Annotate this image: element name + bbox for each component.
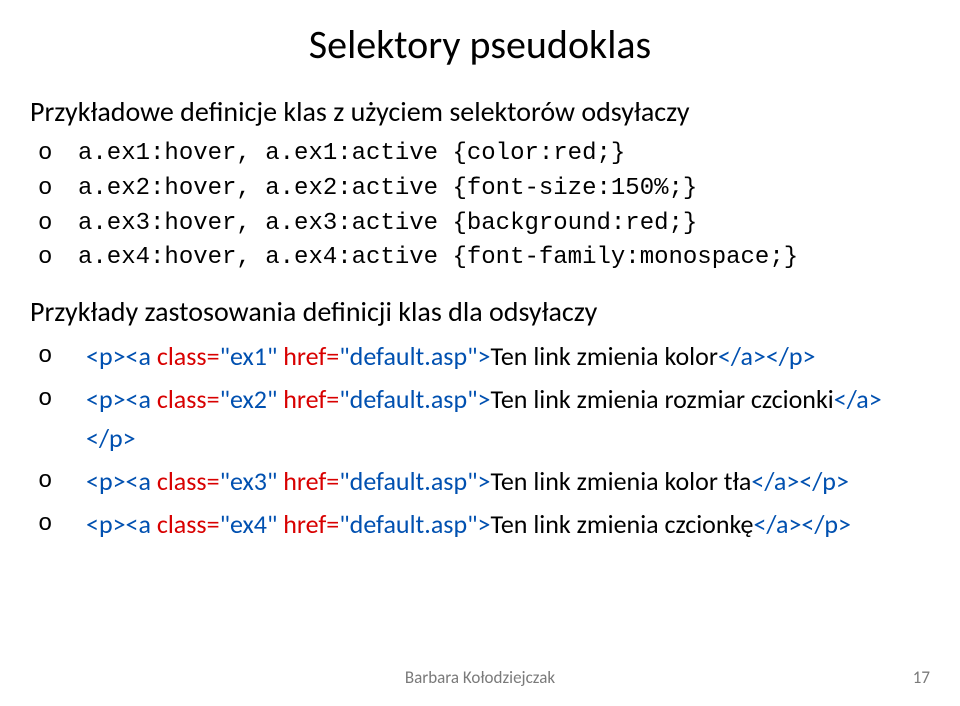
val: "default.asp"	[339, 383, 477, 415]
tag-close: >	[478, 383, 491, 415]
attr: class=	[151, 508, 220, 540]
val: "ex4"	[220, 508, 278, 540]
attr: href=	[277, 340, 339, 372]
code-line: a.ex3:hover, a.ex3:active {background:re…	[30, 207, 930, 242]
code-line: a.ex2:hover, a.ex2:active {font-size:150…	[30, 172, 930, 207]
attr: class=	[151, 340, 220, 372]
subtitle-definitions: Przykładowe definicje klas z użyciem sel…	[30, 94, 930, 129]
link-text: Ten link zmienia kolor	[490, 340, 717, 372]
html-line: <p><a class="ex4" href="default.asp">Ten…	[30, 505, 930, 544]
code-line: a.ex1:hover, a.ex1:active {color:red;}	[30, 137, 930, 172]
html-example-list: <p><a class="ex1" href="default.asp">Ten…	[30, 337, 930, 544]
tag-close: >	[478, 508, 491, 540]
attr: href=	[277, 383, 339, 415]
tag-end: </a></p>	[718, 340, 816, 372]
tag-open: <p><a	[86, 340, 151, 372]
attr: class=	[151, 383, 220, 415]
slide-title: Selektory pseudoklas	[130, 20, 830, 69]
val: "ex3"	[220, 465, 278, 497]
tag-end: </a></p>	[753, 508, 851, 540]
attr: href=	[277, 465, 339, 497]
tag-open: <p><a	[86, 508, 151, 540]
code-example-list: a.ex1:hover, a.ex1:active {color:red;} a…	[30, 137, 930, 276]
tag-close: >	[478, 465, 491, 497]
val: "ex2"	[220, 383, 278, 415]
val: "default.asp"	[339, 465, 477, 497]
tag-open: <p><a	[86, 465, 151, 497]
link-text: Ten link zmienia kolor tła	[490, 465, 751, 497]
html-line: <p><a class="ex1" href="default.asp">Ten…	[30, 337, 930, 376]
html-line: <p><a class="ex2" href="default.asp">Ten…	[30, 380, 930, 458]
attr: href=	[277, 508, 339, 540]
attr: class=	[151, 465, 220, 497]
link-text: Ten link zmienia rozmiar czcionki	[490, 383, 833, 415]
footer-author: Barbara Kołodziejczak	[0, 667, 960, 688]
tag-close: >	[478, 340, 491, 372]
page-number: 17	[913, 667, 930, 688]
subtitle-examples: Przykłady zastosowania definicji klas dl…	[30, 294, 930, 329]
val: "default.asp"	[339, 340, 477, 372]
tag-open: <p><a	[86, 383, 151, 415]
html-line: <p><a class="ex3" href="default.asp">Ten…	[30, 462, 930, 501]
val: "default.asp"	[339, 508, 477, 540]
val: "ex1"	[220, 340, 278, 372]
link-text: Ten link zmienia czcionkę	[490, 508, 753, 540]
tag-end: </a></p>	[751, 465, 849, 497]
code-line: a.ex4:hover, a.ex4:active {font-family:m…	[30, 241, 930, 276]
